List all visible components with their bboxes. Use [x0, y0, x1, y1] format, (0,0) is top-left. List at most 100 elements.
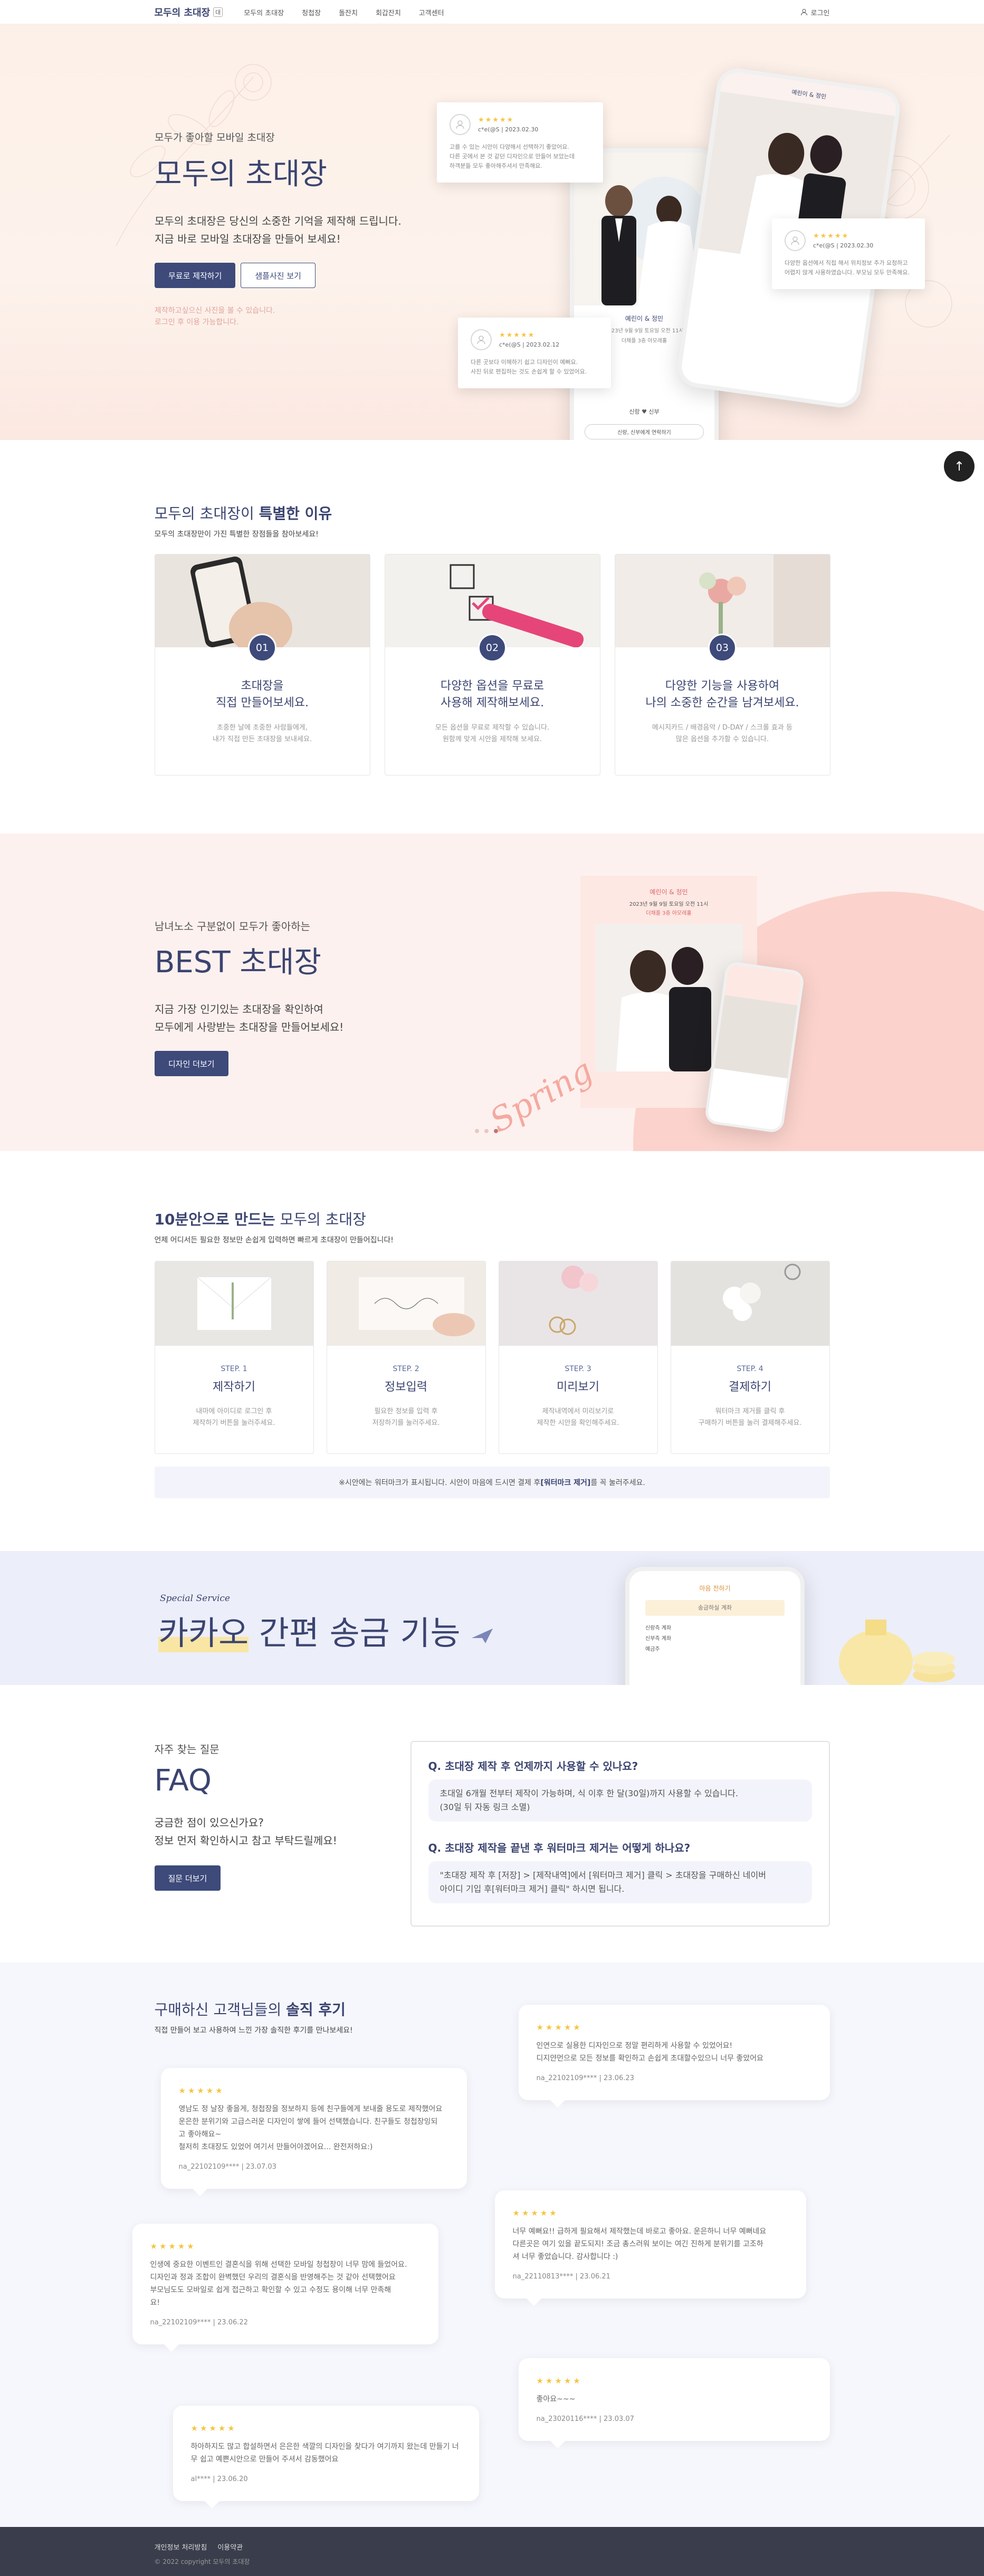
hero-section: 모두가 좋아할 모바일 초대장 모두의 초대장 모두의 초대장은 당신의 소중한… [0, 24, 984, 440]
reason-card-list: 01 초대장을 직접 만들어보세요. 초중한 날에 초중한 사람들에게, 내가 … [154, 554, 830, 775]
faq-answer: 초대일 6개월 전부터 제작이 가능하며, 식 이후 한 달(30일)까지 사용… [428, 1779, 812, 1822]
site-logo[interactable]: 모두의 초대장 대 [155, 5, 223, 19]
reason-number: 02 [478, 634, 507, 662]
review-meta: na_23020116**** | 23.03.07 [536, 2415, 634, 2423]
reason-title: 초대장을 직접 만들어보세요. [216, 679, 309, 710]
review-date: 2023.02.30 [505, 126, 539, 133]
hero-subtitle: 모두가 좋아할 모바일 초대장 [155, 132, 275, 143]
logo-badge: 대 [213, 7, 223, 17]
kakao-title-highlight: 카카오 [158, 1614, 249, 1652]
faq-intro: 자주 찾는 질문 FAQ 궁금한 점이 있으신가요? 정보 먼저 확인하시고 참… [154, 1741, 337, 1891]
step-label: STEP. 4 [737, 1365, 763, 1373]
notice-text: ※시안에는 워터마크가 표시됩니다. 시안이 마음에 드시면 결제 후 [339, 1479, 541, 1487]
section-title: 10분안으로 만드는 모두의 초대장 [155, 1208, 830, 1229]
sample-photo-button[interactable]: 샘플사진 보기 [241, 263, 316, 288]
step-title: 정보입력 [385, 1381, 427, 1394]
slider-dots [475, 1129, 498, 1133]
best-description: 지금 가장 인기있는 초대장을 확인하여 모두에게 사랑받는 초대장을 만들어보… [155, 1003, 344, 1033]
step-desc: 내마에 아이디로 로그인 후 제작하기 버튼을 눌러주세요. [193, 1407, 275, 1427]
review-bubble: ★★★★★ 너무 예뻐요!! 급하게 필요해서 제작했는데 바로고 좋아요. 운… [494, 2190, 806, 2306]
reason-desc: 모든 옵션을 무료로 제작할 수 있습니다. 원함께 맞게 시안을 제작해 보세… [435, 724, 550, 743]
hero-review-card: ★★★★★ c*e(@S | 2023.02.12 다른 곳보다 이해하기 쉽고 … [458, 318, 611, 388]
notice-bold: [워터마크 제거] [540, 1479, 591, 1487]
review-id: c*e(@S [478, 126, 500, 133]
reason-title: 다양한 옵션을 무료로 사용해 제작해보세요. [440, 679, 544, 710]
faq-description: 궁금한 점이 있으신가요? 정보 먼저 확인하시고 참고 부탁드릴께요! [154, 1816, 337, 1847]
section-subtitle: 직접 만들어 보고 사용하여 느낀 가장 솔직한 후기를 만나보세요! [154, 2026, 353, 2035]
hero-text: 모두가 좋아할 모바일 초대장 모두의 초대장 모두의 초대장은 당신의 소중한… [155, 130, 402, 328]
footer-links: 개인정보 처리방침 이용약관 [155, 2542, 830, 2552]
kakao-phone-account-button[interactable]: 송금하실 계좌 [645, 1600, 785, 1616]
faq-box: Q. 초대장 제작 후 언제까지 사용할 수 있나요? 초대일 6개월 전부터 … [410, 1741, 830, 1927]
review-id: c*e(@S [813, 242, 835, 249]
review-text: 좋아요~~~ [536, 2395, 576, 2403]
title-plain: 구매하신 고객님들의 [154, 2001, 286, 2018]
slider-dot[interactable] [484, 1129, 489, 1133]
money-bag-icon [839, 1620, 955, 1685]
special-service-label: Special Service [160, 1593, 230, 1604]
step-desc: 필요한 정보를 입력 후 저장하기를 눌러주세요. [372, 1407, 440, 1427]
slider-dot[interactable] [475, 1129, 479, 1133]
step-card: STEP. 4 결제하기 워터마크 제거를 클릭 후 구매하기 버튼을 눌러 결… [670, 1261, 830, 1454]
section-title: 모두의 초대장이 특별한 이유 [155, 502, 830, 523]
avatar [450, 114, 471, 135]
rating-stars: ★★★★★ [499, 331, 536, 339]
copyright: © 2022 copyright 모두의 초대장 [154, 2558, 250, 2565]
watermark-notice: ※시안에는 워터마크가 표시됩니다. 시안이 마음에 드시면 결제 후 [워터마… [154, 1467, 830, 1498]
step-title: 미리보기 [557, 1381, 599, 1394]
kakao-row: 신부측 계좌 [645, 1636, 672, 1642]
writing-image [327, 1261, 485, 1346]
kakao-phone-rows: 신랑측 계좌 신부측 계좌 예금주 [645, 1623, 785, 1655]
title-plain: 모두의 초대장 [275, 1211, 366, 1228]
terms-link[interactable]: 이용약관 [217, 2542, 243, 2552]
review-text: 하아하지도 많고 합설하면서 은은한 색깔의 디자인을 찾다가 여기까지 왔는데… [190, 2443, 459, 2464]
nav-item-60th[interactable]: 회갑잔치 [376, 7, 401, 17]
rating-stars: ★★★★★ [813, 232, 849, 240]
review-meta: na_22102109**** | 23.06.22 [150, 2319, 248, 2326]
nav-item-wedding[interactable]: 청첩장 [302, 7, 321, 17]
title-bold: 10분안으로 만드는 [154, 1211, 275, 1228]
create-free-button[interactable]: 무료로 제작하기 [155, 263, 236, 288]
avatar [471, 329, 492, 350]
reason-title: 다양한 기능을 사용하여 나의 소중한 순간을 남겨보세요. [645, 679, 799, 710]
nav-item-support[interactable]: 고객센터 [419, 7, 444, 17]
review-text: 인연으로 실용한 디자인으로 정말 편리하게 사용할 수 있었어요! 디지얀먼으… [536, 2042, 763, 2063]
slider-dot-active[interactable] [494, 1129, 498, 1133]
notice-end: 를 꼭 눌러주세요. [590, 1479, 645, 1487]
step-title: 결제하기 [729, 1381, 771, 1394]
review-meta: al**** | 23.06.20 [190, 2475, 248, 2483]
phone-contact-button[interactable]: 신랑, 신부에게 연락하기 [585, 424, 704, 439]
review-date: 2023.02.12 [526, 341, 560, 348]
review-text: 영남도 정 날장 좋을게, 청첩장을 정보하지 등에 친구들에게 보내줄 용도로… [178, 2105, 443, 2151]
faq-question[interactable]: Q. 초대장 제작 후 언제까지 사용할 수 있나요? [428, 1758, 812, 1773]
section-title: 구매하신 고객님들의 솔직 후기 [155, 1998, 353, 2019]
reason-number: 01 [248, 634, 276, 662]
arrow-up-icon: ↑ [953, 459, 965, 474]
best-subtitle: 남녀노소 구분없이 모두가 좋아하는 [155, 920, 311, 933]
review-meta: na_22102109**** | 23.07.03 [178, 2163, 276, 2171]
step-label: STEP. 3 [565, 1365, 591, 1373]
nav-item-intro[interactable]: 모두의 초대장 [244, 7, 284, 17]
kakao-phone-title: 마음 전하기 [699, 1585, 731, 1592]
scroll-top-button[interactable]: ↑ [944, 451, 975, 482]
review-meta: na_22110813**** | 23.06.21 [512, 2273, 610, 2281]
rating-stars: ★★★★★ [190, 2424, 237, 2433]
faq-question[interactable]: Q. 초대장 제작을 끝낸 후 워터마크 제거는 어떻게 하나요? [428, 1840, 812, 1855]
reason-number: 03 [708, 634, 737, 662]
login-label: 로그인 [810, 9, 830, 17]
faq-answer: "초대장 제작 후 [저장] > [제작내역]에서 [워터마크 제거] 클릭 >… [428, 1861, 812, 1903]
more-questions-button[interactable]: 질문 더보기 [154, 1865, 221, 1891]
review-text: 다양한 옵션에서 직접 해서 위치정보 추가 요청하고 어렵지 않게 사용하였습… [785, 260, 910, 276]
reason-card: 01 초대장을 직접 만들어보세요. 초중한 날에 초중한 사람들에게, 내가 … [154, 554, 370, 775]
privacy-policy-link[interactable]: 개인정보 처리방침 [155, 2542, 207, 2552]
best-text: 남녀노소 구분없이 모두가 좋아하는 BEST 초대장 지금 가장 인기있는 초… [155, 918, 343, 1076]
reason-card: 02 다양한 옵션을 무료로 사용해 제작해보세요. 모든 옵션을 무료로 제작… [384, 554, 600, 775]
login-link[interactable]: 로그인 [800, 7, 830, 17]
title-bold: 솔직 후기 [286, 2001, 346, 2018]
kakao-section: Special Service 카카오 간편 송금 기능 마음 전하기 송금하실… [0, 1551, 984, 1685]
reasons-section: 모두의 초대장이 특별한 이유 모두의 초대장만이 가진 특별한 장점들을 참아… [0, 502, 984, 775]
kakao-title-rest: 간편 송금 기능 [249, 1614, 461, 1652]
more-design-button[interactable]: 디자인 더보기 [155, 1051, 228, 1076]
nav-item-firstbirthday[interactable]: 돌잔치 [339, 7, 358, 17]
step-desc: 제작내역에서 미리보기로 제작한 시안을 확인해주세요. [537, 1407, 619, 1427]
